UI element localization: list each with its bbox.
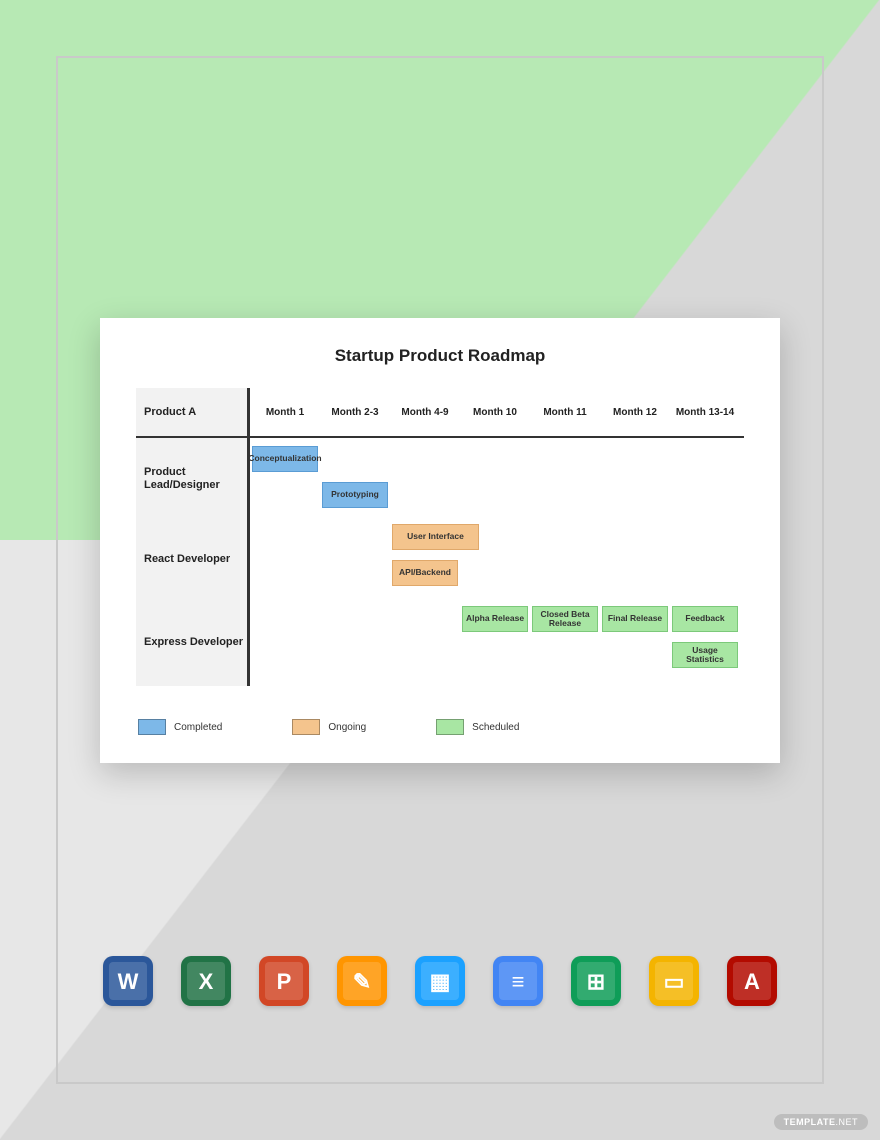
col-header: Month 11	[530, 388, 600, 436]
gantt-bar: Conceptualization	[252, 446, 318, 472]
chart-title: Startup Product Roadmap	[100, 346, 780, 366]
body-rows: Product Lead/DesignerConceptualizationPr…	[136, 438, 744, 686]
roadmap-grid: Product A Month 1Month 2-3Month 4-9Month…	[136, 388, 744, 688]
row-label: Express Developer	[136, 600, 250, 686]
legend-item: Completed	[138, 719, 222, 735]
table-row: Express DeveloperAlpha ReleaseClosed Bet…	[136, 600, 744, 686]
gantt-bar: Feedback	[672, 606, 738, 632]
legend-label: Ongoing	[328, 722, 366, 733]
row-label: React Developer	[136, 520, 250, 600]
col-header: Month 4-9	[390, 388, 460, 436]
app-icon-keynote[interactable]: ▦	[415, 956, 465, 1006]
legend-item: Ongoing	[292, 719, 366, 735]
svg-text:A: A	[744, 969, 760, 994]
svg-text:✎: ✎	[353, 969, 371, 994]
col-header: Month 1	[250, 388, 320, 436]
svg-text:X: X	[199, 969, 214, 994]
legend: Completed Ongoing Scheduled	[138, 719, 519, 735]
watermark-brand: TEMPLATE	[784, 1117, 836, 1127]
row-lane: User Interface API/Backend	[250, 520, 744, 600]
svg-text:⊞: ⊞	[587, 969, 605, 994]
watermark-badge: TEMPLATE.NET	[774, 1114, 868, 1130]
col-header: Month 13-14	[670, 388, 740, 436]
document-card: Startup Product Roadmap Product A Month …	[100, 318, 780, 763]
app-icon-google-slides[interactable]: ▭	[649, 956, 699, 1006]
table-row: React Developer User Interface API/Backend	[136, 520, 744, 600]
svg-text:W: W	[118, 969, 139, 994]
watermark-tld: .NET	[835, 1117, 858, 1127]
app-icon-google-docs[interactable]: ≡	[493, 956, 543, 1006]
app-icon-adobe-pdf[interactable]: A	[727, 956, 777, 1006]
row-lane: ConceptualizationPrototyping	[250, 438, 744, 520]
gantt-bar: User Interface	[392, 524, 479, 550]
svg-text:P: P	[277, 969, 292, 994]
row-lane: Alpha ReleaseClosed Beta ReleaseFinal Re…	[250, 600, 744, 686]
col-header: Month 12	[600, 388, 670, 436]
header-row: Product A Month 1Month 2-3Month 4-9Month…	[136, 388, 744, 438]
gantt-bar: Final Release	[602, 606, 668, 632]
app-icon-google-sheets[interactable]: ⊞	[571, 956, 621, 1006]
legend-swatch	[138, 719, 166, 735]
row-label: Product Lead/Designer	[136, 438, 250, 520]
svg-text:▦: ▦	[430, 969, 451, 994]
header-cells: Month 1Month 2-3Month 4-9Month 10Month 1…	[250, 388, 740, 436]
svg-text:≡: ≡	[512, 969, 525, 994]
gantt-bar: API/Backend	[392, 560, 458, 586]
app-icon-excel[interactable]: X	[181, 956, 231, 1006]
page-background: Startup Product Roadmap Product A Month …	[0, 0, 880, 1140]
gantt-bar: Closed Beta Release	[532, 606, 598, 632]
app-icons-row: W X P ✎ ▦ ≡ ⊞ ▭ A	[0, 956, 880, 1006]
col-header: Month 10	[460, 388, 530, 436]
legend-label: Completed	[174, 722, 222, 733]
legend-item: Scheduled	[436, 719, 519, 735]
svg-text:▭: ▭	[664, 969, 685, 994]
app-icon-word[interactable]: W	[103, 956, 153, 1006]
legend-label: Scheduled	[472, 722, 519, 733]
legend-swatch	[292, 719, 320, 735]
table-row: Product Lead/DesignerConceptualizationPr…	[136, 438, 744, 520]
header-corner: Product A	[136, 388, 250, 436]
legend-swatch	[436, 719, 464, 735]
app-icon-pages[interactable]: ✎	[337, 956, 387, 1006]
app-icon-powerpoint[interactable]: P	[259, 956, 309, 1006]
gantt-bar: Alpha Release	[462, 606, 528, 632]
gantt-bar: Usage Statistics	[672, 642, 738, 668]
gantt-bar: Prototyping	[322, 482, 388, 508]
col-header: Month 2-3	[320, 388, 390, 436]
